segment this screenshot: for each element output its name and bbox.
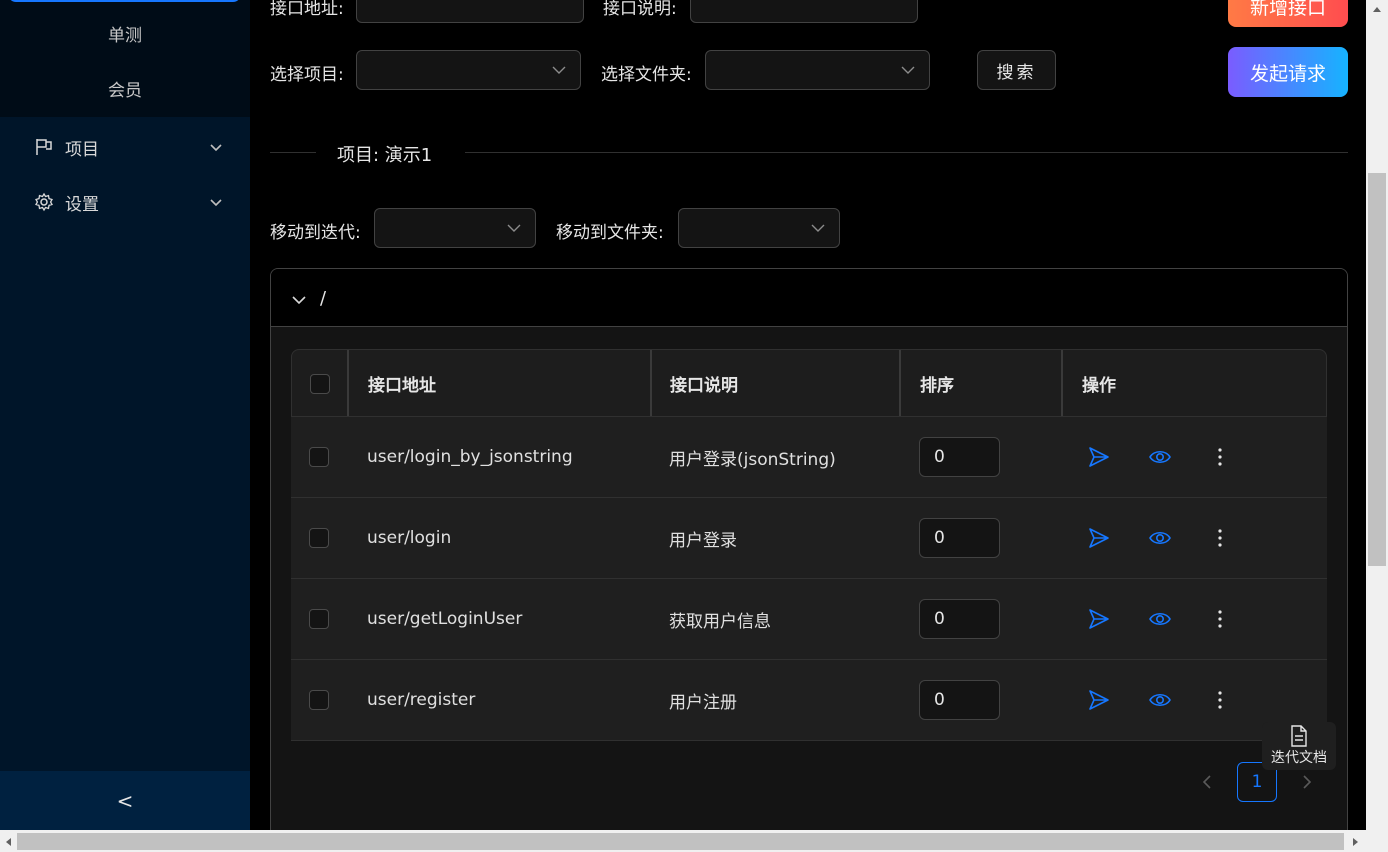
- flag-icon: [36, 139, 52, 155]
- select-project-dropdown[interactable]: [356, 50, 581, 90]
- chevron-down-icon: [210, 199, 222, 207]
- scroll-right-arrow-icon: [1353, 838, 1358, 846]
- move-iteration-dropdown[interactable]: [374, 208, 536, 248]
- divider-line-left: [270, 152, 316, 153]
- column-separator: [1061, 350, 1063, 416]
- active-menu-indicator: [8, 0, 241, 2]
- search-button-label: 搜索: [996, 62, 1037, 83]
- row-checkbox[interactable]: [309, 690, 329, 710]
- more-vertical-icon[interactable]: [1208, 688, 1232, 712]
- chevron-down-icon: [210, 144, 222, 152]
- folder-path: /: [320, 288, 327, 309]
- chevron-left-icon: [1202, 775, 1211, 789]
- select-folder-dropdown[interactable]: [705, 50, 930, 90]
- column-separator: [899, 350, 901, 416]
- iteration-doc-float-button[interactable]: 迭代文档: [1262, 722, 1336, 770]
- chevron-down-icon: [292, 296, 306, 305]
- chevron-down-icon: [901, 66, 915, 74]
- column-separator: [650, 350, 652, 416]
- move-folder-label: 移动到文件夹:: [556, 223, 664, 243]
- iteration-doc-label: 迭代文档: [1271, 750, 1327, 766]
- select-project-label: 选择项目:: [270, 65, 344, 85]
- table-row: user/register 用户注册 0: [291, 660, 1327, 741]
- row-address: user/login_by_jsonstring: [367, 447, 573, 467]
- scroll-up-arrow-icon: [1373, 7, 1381, 12]
- send-request-button-label: 发起请求: [1249, 62, 1326, 85]
- row-address: user/login: [367, 528, 452, 548]
- chevron-right-icon: [1303, 775, 1312, 789]
- api-address-input[interactable]: [356, 0, 584, 23]
- sidebar-submenu: 单测 会员: [0, 0, 250, 117]
- row-checkbox[interactable]: [309, 609, 329, 629]
- api-desc-input[interactable]: [690, 0, 918, 23]
- more-vertical-icon[interactable]: [1208, 607, 1232, 631]
- folder-panel-header[interactable]: /: [271, 269, 1347, 327]
- row-order-input[interactable]: 0: [919, 680, 1000, 720]
- send-icon[interactable]: [1087, 607, 1111, 631]
- select-folder-label: 选择文件夹:: [601, 65, 692, 85]
- header-actions: 操作: [1082, 375, 1116, 396]
- move-folder-dropdown[interactable]: [678, 208, 840, 248]
- header-address: 接口地址: [368, 375, 436, 396]
- send-icon[interactable]: [1087, 526, 1111, 550]
- row-desc: 用户登录: [669, 530, 737, 551]
- table-header: 接口地址 接口说明 排序 操作: [291, 349, 1327, 417]
- row-desc: 用户登录(jsonString): [669, 449, 836, 470]
- eye-icon[interactable]: [1148, 607, 1172, 631]
- new-api-button[interactable]: 新增接口: [1228, 0, 1348, 27]
- table-row: user/login 用户登录 0: [291, 498, 1327, 579]
- row-order-input[interactable]: 0: [919, 518, 1000, 558]
- move-iteration-label: 移动到迭代:: [270, 223, 361, 243]
- select-all-checkbox[interactable]: [310, 374, 330, 394]
- row-checkbox[interactable]: [309, 447, 329, 467]
- sidebar-item-label: 设置: [65, 194, 99, 215]
- sidebar-item-settings[interactable]: 设置: [0, 182, 250, 222]
- api-address-label: 接口地址:: [270, 0, 344, 19]
- gear-icon: [35, 192, 53, 212]
- row-desc: 用户注册: [669, 692, 737, 713]
- sidebar-item-project[interactable]: 项目: [0, 127, 250, 167]
- file-text-icon: [1291, 725, 1307, 747]
- api-desc-label: 接口说明:: [603, 0, 677, 19]
- eye-icon[interactable]: [1148, 688, 1172, 712]
- header-order: 排序: [920, 375, 954, 396]
- folder-collapse-panel: / 接口地址 接口说明 排序 操作 user/login_by_jsonstri…: [270, 268, 1348, 848]
- row-order-input[interactable]: 0: [919, 599, 1000, 639]
- eye-icon[interactable]: [1148, 526, 1172, 550]
- table-row: user/getLoginUser 获取用户信息 0: [291, 579, 1327, 660]
- scroll-left-arrow-icon: [6, 838, 11, 846]
- row-checkbox[interactable]: [309, 528, 329, 548]
- row-desc: 获取用户信息: [669, 611, 771, 632]
- sidebar: 单测 会员 项目 设置 <: [0, 0, 250, 830]
- more-vertical-icon[interactable]: [1208, 445, 1232, 469]
- sidebar-item-label: 项目: [65, 139, 99, 160]
- row-address: user/register: [367, 690, 476, 710]
- eye-icon[interactable]: [1148, 445, 1172, 469]
- horizontal-scrollbar-thumb[interactable]: [17, 833, 1344, 850]
- chevron-down-icon: [811, 224, 825, 232]
- chevron-down-icon: [552, 66, 566, 74]
- send-icon[interactable]: [1087, 688, 1111, 712]
- chevron-left-icon: <: [116, 788, 134, 813]
- project-divider-title: 项目: 演示1: [337, 145, 433, 166]
- column-separator: [347, 350, 349, 416]
- table-row: user/login_by_jsonstring 用户登录(jsonString…: [291, 417, 1327, 498]
- send-icon[interactable]: [1087, 445, 1111, 469]
- sidebar-collapse-button[interactable]: <: [0, 771, 250, 830]
- new-api-button-label: 新增接口: [1249, 0, 1326, 19]
- more-vertical-icon[interactable]: [1208, 526, 1232, 550]
- chevron-down-icon: [507, 224, 521, 232]
- row-order-input[interactable]: 0: [919, 437, 1000, 477]
- pagination-prev[interactable]: [1187, 762, 1227, 802]
- divider-line-right: [465, 152, 1348, 153]
- sidebar-subitem-member[interactable]: 会员: [0, 76, 250, 101]
- sidebar-subitem-unit-test[interactable]: 单测: [0, 21, 250, 46]
- header-desc: 接口说明: [670, 375, 738, 396]
- search-button[interactable]: 搜索: [977, 50, 1056, 90]
- main-content: 接口地址: 接口说明: 新增接口 选择项目: 选择文件夹: 搜索 发起请求 项目…: [250, 0, 1366, 848]
- row-address: user/getLoginUser: [367, 609, 523, 629]
- send-request-button[interactable]: 发起请求: [1228, 47, 1348, 97]
- vertical-scrollbar-thumb[interactable]: [1368, 173, 1386, 566]
